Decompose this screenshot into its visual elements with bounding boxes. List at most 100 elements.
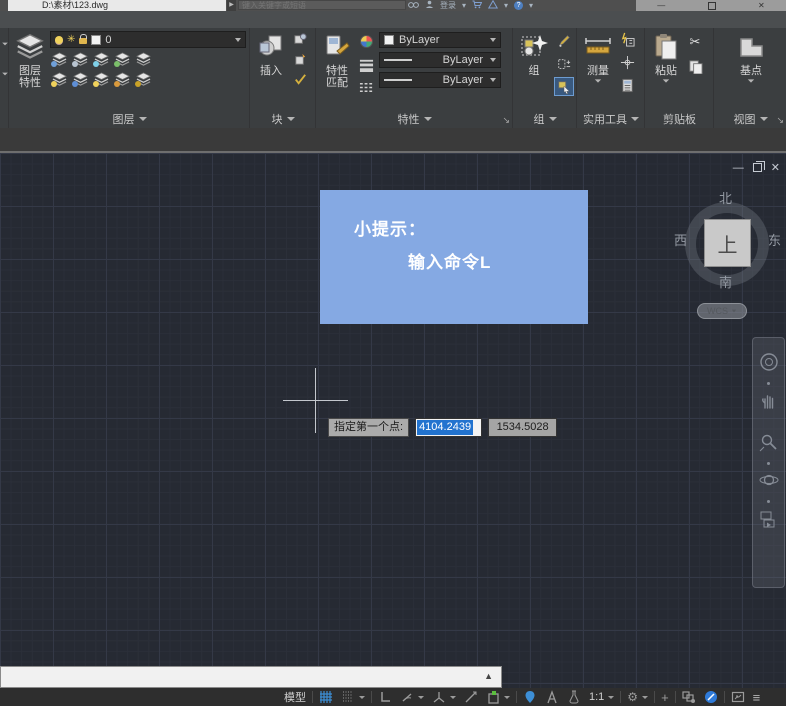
clipboard-panel-title[interactable]: 剪贴板: [646, 110, 713, 128]
layer-off-icon[interactable]: [50, 51, 68, 68]
dropdown-icon[interactable]: ▾: [504, 1, 508, 10]
layer-freeze-icon[interactable]: [92, 51, 110, 68]
layer-turn-on-icon[interactable]: [50, 71, 68, 88]
properties-panel-title[interactable]: 特性 ↘: [317, 110, 512, 128]
layer-isolate-icon[interactable]: [71, 51, 89, 68]
group-edit-icon[interactable]: [554, 31, 574, 50]
hardware-acceleration-button[interactable]: [700, 688, 722, 706]
restore-document-button[interactable]: [753, 163, 762, 172]
command-expand-icon[interactable]: ▲: [484, 671, 493, 681]
chevron-down-icon[interactable]: [359, 696, 365, 699]
cut-scissors-icon[interactable]: ✂: [686, 33, 704, 50]
dialog-launcher-icon[interactable]: ↘: [502, 116, 510, 125]
ungroup-icon[interactable]: [554, 54, 574, 73]
chevron-down-icon[interactable]: [504, 696, 510, 699]
viewcube-north-label[interactable]: 北: [719, 188, 732, 207]
object-color-dropdown[interactable]: ByLayer: [379, 32, 501, 48]
chevron-down-icon[interactable]: [418, 696, 424, 699]
user-icon[interactable]: [425, 0, 434, 11]
utilities-panel-title[interactable]: 实用工具: [578, 110, 644, 128]
annotation-autoscale-toggle[interactable]: [563, 688, 585, 706]
navigation-wheel-icon[interactable]: [759, 352, 779, 377]
isodraft-toggle[interactable]: [428, 688, 460, 706]
create-block-icon[interactable]: [291, 31, 309, 48]
dynamic-input-y-field[interactable]: 1534.5028: [488, 418, 557, 437]
file-tab[interactable]: D:\素材\123.dwg: [8, 0, 226, 11]
workspace-switch-button[interactable]: ⚙: [623, 688, 652, 706]
manage-attributes-icon[interactable]: [291, 71, 309, 88]
dynamic-input-x-field[interactable]: 4104.2439: [415, 418, 482, 437]
paste-button[interactable]: 粘贴: [650, 31, 682, 109]
define-attributes-icon[interactable]: [291, 51, 309, 68]
snap-mode-toggle[interactable]: [337, 688, 369, 706]
group-button[interactable]: 组: [518, 31, 550, 109]
restore-window-button[interactable]: [708, 2, 716, 10]
match-properties-button[interactable]: 特性匹配: [321, 31, 353, 109]
chevron-down-icon[interactable]: [450, 696, 456, 699]
layer-merge-icon[interactable]: [134, 71, 152, 88]
dropdown-icon[interactable]: ▾: [529, 1, 533, 10]
quick-calculator-icon[interactable]: [618, 77, 636, 94]
search-binoculars-icon[interactable]: [408, 1, 419, 11]
command-line-bar[interactable]: ▲: [0, 666, 502, 688]
dynamic-input-toggle[interactable]: [519, 688, 541, 706]
group-selection-toggle[interactable]: [554, 77, 574, 96]
block-panel-title[interactable]: 块: [251, 110, 315, 128]
lineweight-dropdown[interactable]: ByLayer: [379, 52, 501, 68]
orbit-icon[interactable]: [759, 470, 779, 495]
viewcube-east-label[interactable]: 东: [768, 230, 781, 249]
copy-icon[interactable]: [686, 58, 704, 75]
viewcube-top-face[interactable]: 上: [704, 219, 751, 267]
help-search-input[interactable]: [242, 1, 402, 9]
close-document-button[interactable]: ✕: [771, 161, 780, 174]
id-point-icon[interactable]: [618, 54, 636, 71]
tab-overflow-button[interactable]: ▶: [227, 0, 236, 11]
pan-hand-icon[interactable]: [759, 390, 779, 415]
dialog-launcher-icon[interactable]: ↘: [776, 116, 784, 125]
view-panel-title[interactable]: 视图 ↘: [715, 110, 786, 128]
insert-block-button[interactable]: 插入: [255, 31, 287, 109]
viewcube-south-label[interactable]: 南: [719, 272, 732, 291]
minimize-window-button[interactable]: —: [657, 1, 665, 10]
layer-previous-icon[interactable]: [71, 71, 89, 88]
layer-thaw-all-icon[interactable]: [92, 71, 110, 88]
wcs-menu[interactable]: WCS: [697, 303, 747, 319]
layer-unlock-all-icon[interactable]: [113, 71, 131, 88]
annotation-scale-button[interactable]: 1:1: [585, 688, 618, 706]
model-space-button[interactable]: 模型: [280, 688, 310, 706]
minimize-document-button[interactable]: —: [733, 162, 744, 174]
base-view-button[interactable]: 基点: [735, 31, 767, 109]
linetype-dropdown[interactable]: ByLayer: [379, 72, 501, 88]
app-store-cart-icon[interactable]: [472, 0, 482, 11]
navigation-bar[interactable]: [752, 337, 785, 588]
layer-match-icon[interactable]: [134, 51, 152, 68]
layer-lock-icon[interactable]: [113, 51, 131, 68]
measure-button[interactable]: 测量: [582, 31, 614, 109]
chevron-down-icon[interactable]: [642, 696, 648, 699]
customization-menu-button[interactable]: ≡: [749, 688, 765, 706]
isolate-objects-button[interactable]: [678, 688, 700, 706]
linetype-icon[interactable]: [357, 79, 375, 96]
help-search-box[interactable]: [238, 0, 406, 10]
layer-panel-title[interactable]: 图层: [10, 110, 249, 128]
quick-select-icon[interactable]: [618, 31, 636, 48]
polar-tracking-toggle[interactable]: [396, 688, 428, 706]
lineweight-icon[interactable]: [357, 56, 375, 73]
group-panel-title[interactable]: 组: [514, 110, 576, 128]
annotation-monitor-button[interactable]: +: [657, 688, 673, 706]
drawing-canvas[interactable]: — ✕ 北 南 西 东 上 WCS 小提示： 输入命令L 指定第一个点:: [0, 153, 786, 688]
grid-display-toggle[interactable]: [315, 688, 337, 706]
viewcube-west-label[interactable]: 西: [674, 230, 687, 249]
clean-screen-button[interactable]: [727, 688, 749, 706]
viewcube[interactable]: 北 南 西 东 上: [683, 200, 771, 288]
layer-properties-button[interactable]: 图层特性: [14, 31, 46, 109]
signin-label[interactable]: 登录: [440, 0, 456, 11]
layer-dropdown[interactable]: ✳ 0: [50, 31, 246, 48]
ortho-mode-toggle[interactable]: [374, 688, 396, 706]
dropdown-icon[interactable]: ▾: [462, 1, 466, 10]
color-wheel-icon[interactable]: [357, 33, 375, 50]
object-snap-tracking-toggle[interactable]: [460, 688, 482, 706]
chevron-down-icon[interactable]: [608, 696, 614, 699]
object-snap-toggle[interactable]: [482, 688, 514, 706]
close-window-button[interactable]: ✕: [758, 1, 765, 10]
